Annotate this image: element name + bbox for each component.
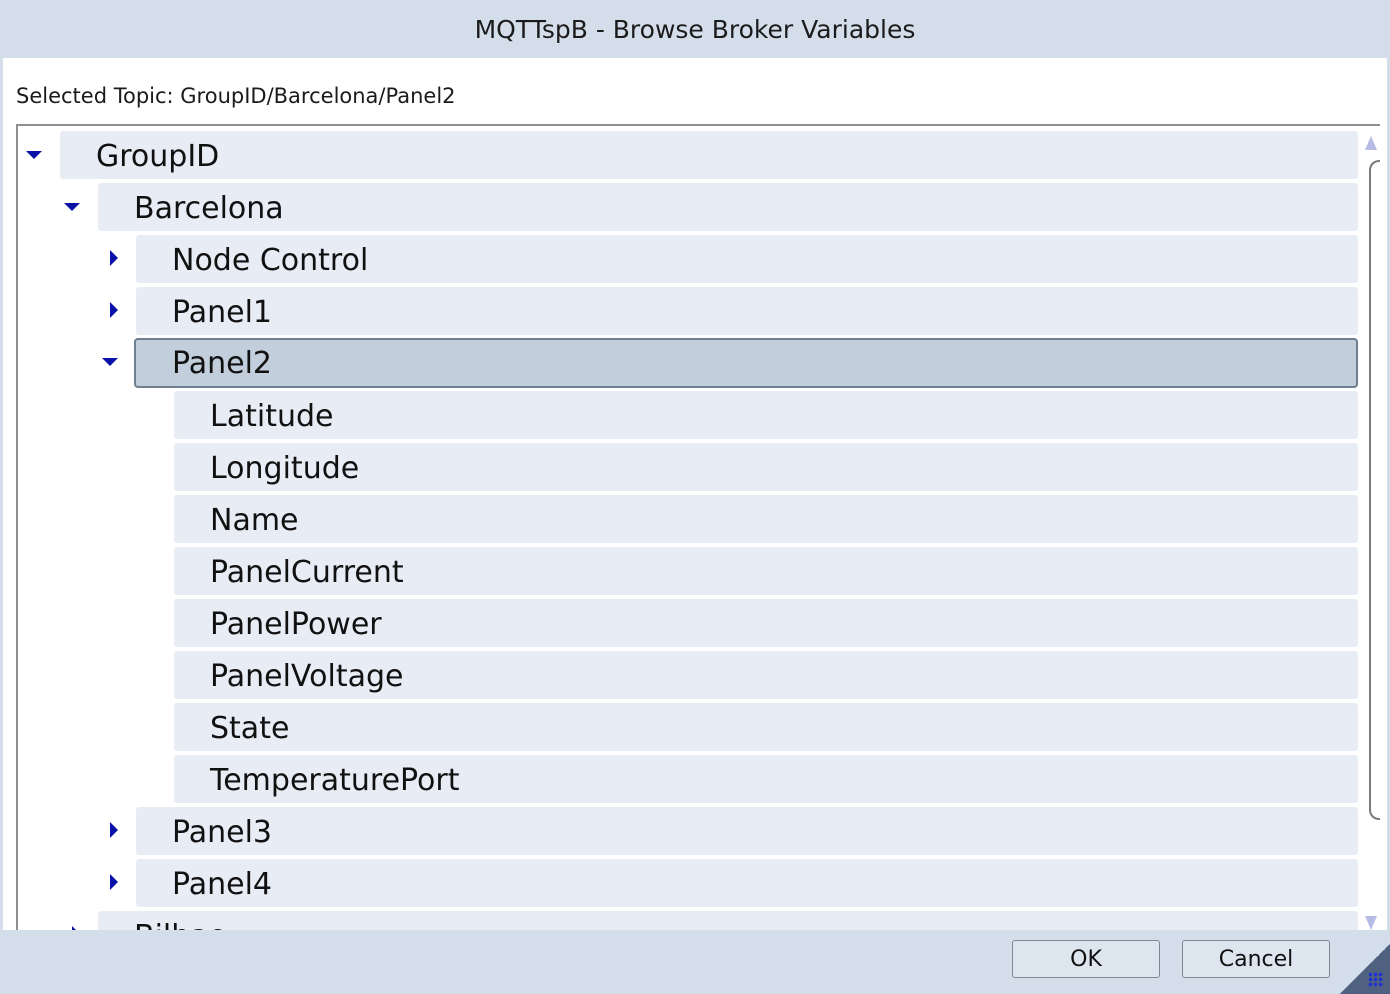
tree-row-label: Barcelona — [134, 191, 284, 226]
tree-row-label: PanelVoltage — [210, 659, 404, 694]
tree-row-label: Longitude — [210, 451, 360, 486]
tree-row-variable[interactable]: Latitude — [174, 391, 1358, 439]
window-title-bar[interactable]: MQTTspB - Browse Broker Variables — [0, 0, 1390, 58]
tree-row-label: PanelCurrent — [210, 555, 404, 590]
tree-row-variable[interactable]: Name — [174, 495, 1358, 543]
scroll-up-arrow-icon[interactable] — [1365, 136, 1377, 150]
scroll-down-arrow-icon[interactable] — [1365, 916, 1377, 930]
tree-row-node-control[interactable]: Node Control — [110, 235, 1358, 283]
tree-row-panel2[interactable]: Panel2 — [102, 338, 1358, 388]
tree-row-label: TemperaturePort — [210, 763, 460, 798]
collapse-arrow-icon[interactable] — [60, 183, 84, 231]
cancel-button[interactable]: Cancel — [1182, 940, 1330, 978]
tree-row-variable[interactable]: PanelPower — [174, 599, 1358, 647]
selected-topic-label: Selected Topic: GroupID/Barcelona/Panel2 — [16, 84, 456, 108]
tree-row-partial[interactable]: Bilbao — [72, 911, 1358, 932]
tree-row-label: Panel3 — [172, 815, 273, 850]
tree-row-variable[interactable]: Longitude — [174, 443, 1358, 491]
tree-row-barcelona[interactable]: Barcelona — [64, 183, 1358, 231]
expand-arrow-icon[interactable] — [66, 911, 90, 932]
tree-row-variable[interactable]: State — [174, 703, 1358, 751]
tree-row-groupid[interactable]: GroupID — [26, 131, 1358, 179]
window-title: MQTTspB - Browse Broker Variables — [474, 14, 916, 44]
tree-row-label: Panel4 — [172, 867, 273, 902]
expand-arrow-icon[interactable] — [104, 235, 128, 283]
tree-row-panel1[interactable]: Panel1 — [110, 287, 1358, 335]
resize-grip-icon[interactable] — [1340, 944, 1390, 994]
dialog-footer: OK Cancel — [0, 930, 1390, 994]
expand-arrow-icon[interactable] — [104, 807, 128, 855]
tree-row-panel4[interactable]: Panel4 — [110, 859, 1358, 907]
vertical-scrollbar[interactable] — [1360, 126, 1380, 932]
tree-row-label: Node Control — [172, 243, 369, 278]
tree-row-label: GroupID — [96, 139, 220, 174]
tree-row-panel3[interactable]: Panel3 — [110, 807, 1358, 855]
tree-row-label: Name — [210, 503, 299, 538]
tree-row-label: Panel2 — [172, 346, 273, 381]
tree-row-label: Panel1 — [172, 295, 273, 330]
topic-tree[interactable]: GroupID Barcelona Node Control Panel1 Pa… — [16, 124, 1380, 932]
expand-arrow-icon[interactable] — [104, 287, 128, 335]
collapse-arrow-icon[interactable] — [22, 131, 46, 179]
tree-row-label: State — [210, 711, 290, 746]
tree-row-variable[interactable]: PanelVoltage — [174, 651, 1358, 699]
tree-row-label: Latitude — [210, 399, 334, 434]
expand-arrow-icon[interactable] — [104, 859, 128, 907]
tree-row-label: PanelPower — [210, 607, 382, 642]
tree-row-label: Bilbao — [134, 911, 227, 932]
collapse-arrow-icon[interactable] — [98, 338, 122, 386]
ok-button[interactable]: OK — [1012, 940, 1160, 978]
tree-row-variable[interactable]: PanelCurrent — [174, 547, 1358, 595]
scroll-thumb[interactable] — [1369, 160, 1380, 820]
tree-row-variable[interactable]: TemperaturePort — [174, 755, 1358, 803]
